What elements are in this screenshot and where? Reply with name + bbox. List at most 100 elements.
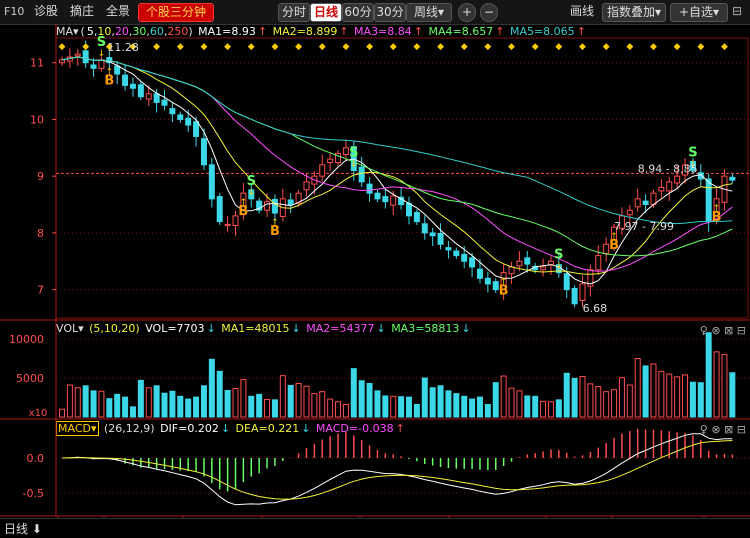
- candle-body: [177, 114, 184, 120]
- signal-diamond-marker: ◆: [342, 42, 349, 52]
- volume-bar: [240, 379, 247, 418]
- candle-body: [366, 183, 373, 194]
- signal-diamond-marker: ◆: [626, 42, 633, 52]
- candle-body: [327, 158, 334, 164]
- volume-bar: [200, 385, 207, 418]
- candle-body: [59, 59, 65, 64]
- box-bottom-range-label: 7.97 - 7.99: [614, 220, 674, 233]
- signal-arrow-icon: ↓: [350, 159, 358, 169]
- candle-body: [461, 253, 468, 262]
- price-axis-label: 7: [37, 284, 44, 297]
- ma5-line: [61, 56, 733, 285]
- volume-bar: [721, 354, 728, 418]
- period-selector-label: 日线: [4, 522, 29, 536]
- signal-diamond-marker: ◆: [59, 42, 66, 52]
- volume-bar: [476, 396, 483, 418]
- high-price-label: 11.28: [107, 41, 139, 54]
- volume-bar: [82, 385, 89, 418]
- volume-bar: [248, 395, 255, 418]
- volume-bar: [224, 389, 231, 418]
- sell-signal-label: S: [349, 145, 358, 160]
- macd-axis-label: 0.0: [27, 452, 45, 465]
- volume-bar: [106, 398, 113, 418]
- volume-bar: [161, 392, 168, 418]
- sell-signal-label: S: [688, 145, 697, 160]
- volume-bar: [547, 401, 554, 418]
- signal-arrow-icon: ↑: [713, 204, 721, 214]
- price-panel-frame: [55, 37, 749, 319]
- signal-diamond-marker: ◆: [271, 42, 278, 52]
- ma20-line: [61, 56, 733, 272]
- volume-bar: [484, 404, 491, 418]
- candle-body: [264, 201, 271, 211]
- volume-bar: [177, 395, 184, 418]
- signal-arrow-icon: ↓: [555, 262, 563, 272]
- volume-bar: [524, 395, 531, 418]
- volume-bar: [74, 387, 81, 418]
- signal-diamond-marker: ◆: [295, 42, 302, 52]
- volume-bar: [59, 408, 65, 418]
- candle-body: [642, 200, 649, 206]
- signal-diamond-marker: ◆: [508, 42, 515, 52]
- volume-bar: [508, 387, 515, 418]
- volume-bar: [335, 401, 342, 418]
- volume-bar: [611, 389, 618, 418]
- candle-body: [437, 232, 444, 245]
- volume-bar: [618, 377, 625, 418]
- volume-bar: [232, 388, 239, 418]
- volume-bar: [689, 381, 696, 418]
- volume-bar: [366, 382, 373, 418]
- signal-diamond-marker: ◆: [413, 42, 420, 52]
- volume-bar: [169, 390, 176, 418]
- candle-body: [185, 117, 192, 126]
- candle-body: [216, 196, 223, 223]
- volume-bar: [713, 351, 720, 418]
- candle-body: [658, 187, 665, 192]
- volume-bar: [327, 398, 334, 418]
- volume-bar: [626, 384, 633, 418]
- candle-body: [342, 147, 349, 156]
- volume-bar: [216, 370, 223, 418]
- candle-body: [453, 250, 460, 257]
- volume-bar: [398, 396, 405, 418]
- period-selector[interactable]: 日线 ⬇: [4, 520, 42, 537]
- signal-diamond-marker: ◆: [224, 42, 231, 52]
- volume-bar: [555, 399, 562, 418]
- volume-bar: [295, 382, 302, 418]
- candle-body: [74, 53, 81, 57]
- macd-dea-line: [61, 440, 733, 500]
- volume-bar: [185, 398, 192, 418]
- candle-body: [674, 175, 681, 184]
- volume-bar: [129, 406, 136, 418]
- candle-body: [193, 121, 200, 137]
- volume-bar: [469, 398, 476, 418]
- signal-diamond-marker: ◆: [319, 42, 326, 52]
- candle-body: [547, 260, 554, 266]
- stock-chart[interactable]: 1110987100005000x100.0-0.52018/891011122…: [0, 0, 750, 537]
- volume-bar: [271, 399, 278, 418]
- volume-bar: [705, 332, 712, 418]
- volume-bar: [603, 391, 610, 418]
- volume-bar: [453, 393, 460, 418]
- signal-arrow-icon: ↑: [106, 68, 114, 78]
- candle-body: [406, 202, 412, 217]
- signal-arrow-icon: ↓: [98, 49, 106, 59]
- volume-bar: [697, 382, 704, 418]
- candle-body: [413, 211, 420, 223]
- candle-body: [82, 50, 89, 64]
- candle-body: [469, 257, 476, 268]
- volume-bar: [374, 390, 381, 418]
- candle-body: [358, 166, 365, 183]
- sell-signal-label: S: [554, 248, 563, 263]
- candle-body: [626, 209, 633, 216]
- volume-bar: [429, 387, 436, 418]
- volume-bar: [595, 386, 602, 418]
- volume-bar: [437, 385, 444, 418]
- candle-body: [208, 164, 215, 200]
- candle-body: [287, 199, 294, 206]
- candle-body: [161, 99, 168, 106]
- volume-bar: [98, 390, 105, 418]
- candle-body: [634, 198, 641, 208]
- volume-bar: [650, 363, 657, 418]
- volume-bar: [729, 372, 736, 418]
